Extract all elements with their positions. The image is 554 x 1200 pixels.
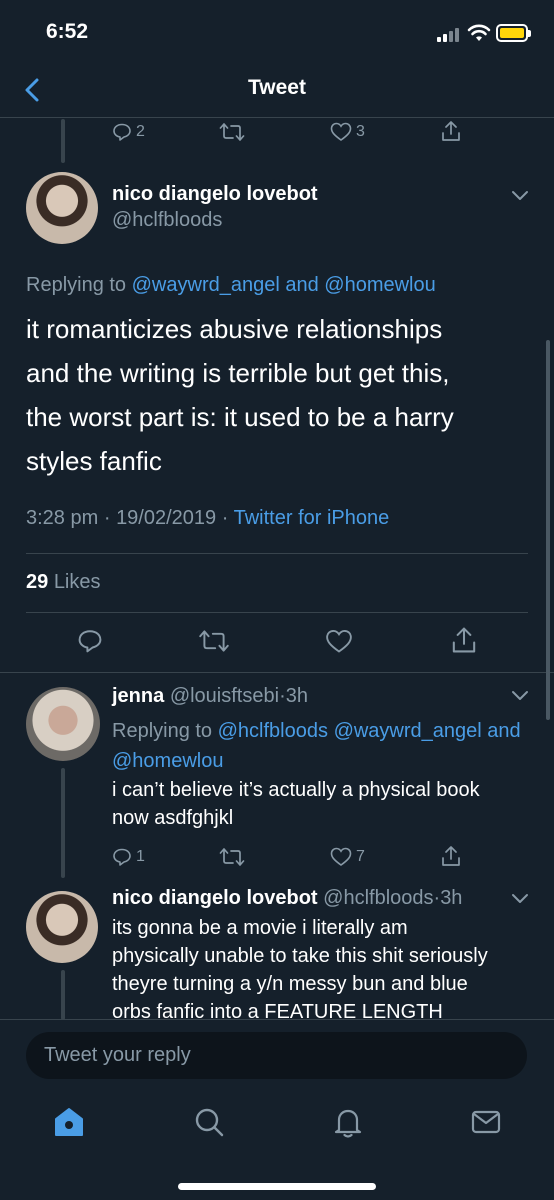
divider [0, 672, 554, 673]
reply-count: 1 [136, 848, 145, 865]
prev-reply-button[interactable]: 2 [112, 122, 145, 142]
home-indicator[interactable] [178, 1183, 376, 1190]
thread-line [61, 119, 65, 163]
mention-link[interactable]: @waywrd_angel [334, 720, 482, 742]
reply-header: jenna @louisftsebi·3h [112, 685, 308, 707]
tweet-meta: 3:28 pm · 19/02/2019 · Twitter for iPhon… [26, 507, 390, 529]
thread-line [61, 970, 65, 1020]
tweet-source[interactable]: Twitter for iPhone [234, 507, 390, 529]
like-count: 7 [356, 848, 365, 865]
reply-text: i can’t believe it’s actually a physical… [112, 779, 480, 829]
retweet-icon [219, 123, 245, 141]
messages-icon[interactable] [469, 1105, 503, 1139]
retweet-icon [219, 848, 245, 866]
chevron-down-icon[interactable] [511, 690, 529, 702]
share-icon [442, 121, 460, 141]
home-icon[interactable] [52, 1105, 86, 1139]
avatar[interactable] [26, 172, 98, 244]
reply-button[interactable] [77, 628, 103, 654]
prev-share-button[interactable] [440, 120, 462, 142]
share-icon [442, 846, 460, 866]
reply-1-retweet-button[interactable] [219, 847, 245, 867]
wifi-icon [467, 24, 491, 41]
heart-icon [330, 122, 352, 141]
reply-icon [113, 123, 131, 141]
heart-icon [330, 847, 352, 866]
avatar[interactable] [26, 891, 98, 963]
page-title: Tweet [248, 76, 306, 99]
tweet-text: it romanticizes abusive relationships an… [26, 314, 454, 476]
retweet-button[interactable] [198, 629, 230, 653]
avatar[interactable] [26, 687, 100, 761]
author-name[interactable]: nico diangelo lovebot [112, 183, 318, 206]
prev-retweet-button[interactable] [219, 122, 245, 142]
author-name[interactable]: jenna [112, 685, 164, 707]
reply-1-reply-button[interactable]: 1 [112, 847, 145, 867]
scrollbar[interactable] [546, 340, 550, 720]
replying-to: Replying to @hclfbloods @waywrd_angel an… [112, 720, 521, 772]
reply-1-share-button[interactable] [440, 845, 462, 867]
mention-link[interactable]: @homewlou [324, 274, 435, 296]
chevron-down-icon[interactable] [511, 893, 529, 905]
reply-header: nico diangelo lovebot @hclfbloods·3h [112, 887, 463, 909]
reply-icon [113, 848, 131, 866]
author-handle[interactable]: @hclfbloods [323, 887, 433, 909]
replying-to: Replying to @waywrd_angel and @homewlou [26, 274, 436, 296]
likes-summary[interactable]: 29 Likes [26, 571, 101, 594]
status-time: 6:52 [46, 20, 89, 43]
reply-input[interactable]: Tweet your reply [26, 1032, 527, 1079]
likes-label: Likes [53, 571, 101, 593]
nav-bar: Tweet [0, 64, 554, 118]
mention-link[interactable]: @waywrd_angel [132, 274, 280, 296]
divider [26, 553, 528, 554]
reply-bar: Tweet your reply [0, 1019, 554, 1097]
like-button[interactable] [325, 629, 353, 654]
reply-age: 3h [285, 685, 308, 707]
tweet-time: 3:28 pm [26, 507, 99, 529]
tweet-date: 19/02/2019 [116, 507, 217, 529]
likes-count: 29 [26, 571, 49, 593]
divider [26, 612, 528, 613]
prev-like-count: 3 [356, 123, 365, 140]
prev-like-button[interactable]: 3 [330, 122, 365, 142]
battery-icon [496, 24, 531, 42]
status-bar: 6:52 [0, 0, 554, 64]
reply-1-like-button[interactable]: 7 [330, 847, 365, 867]
search-icon[interactable] [192, 1105, 226, 1139]
notifications-icon[interactable] [331, 1105, 365, 1139]
mention-link[interactable]: @homewlou [112, 750, 223, 772]
author-name[interactable]: nico diangelo lovebot [112, 887, 318, 909]
thread-line [61, 768, 65, 878]
mention-link[interactable]: @hclfbloods [218, 720, 328, 742]
author-handle[interactable]: @hclfbloods [112, 209, 222, 232]
signal-icon [437, 26, 461, 42]
reply-text: its gonna be a movie i literally am phys… [112, 917, 488, 1019]
prev-reply-count: 2 [136, 123, 145, 140]
author-handle[interactable]: @louisftsebi [170, 685, 279, 707]
reply-age: 3h [440, 887, 463, 909]
chevron-down-icon[interactable] [511, 190, 529, 202]
share-button[interactable] [450, 626, 478, 654]
